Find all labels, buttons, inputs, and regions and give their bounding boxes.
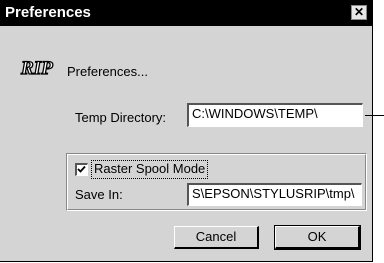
ok-button[interactable]: OK [274, 225, 361, 250]
logo-text: RIP [20, 58, 53, 79]
header-label: Preferences... [67, 64, 148, 79]
rip-logo-icon: RIP [19, 56, 54, 80]
save-in-label: Save In: [75, 187, 123, 202]
checkmark-icon [77, 165, 86, 173]
close-icon[interactable]: ✕ [351, 5, 367, 20]
raster-spool-checkbox[interactable] [75, 163, 88, 176]
window-title: Preferences [5, 4, 91, 21]
save-in-input[interactable]: S\EPSON\STYLUSRIP\tmp\ [187, 183, 362, 206]
callout-line [365, 115, 384, 116]
temp-directory-label: Temp Directory: [75, 110, 167, 125]
preferences-dialog: Preferences ✕ RIP Preferences... Temp Di… [0, 0, 373, 262]
raster-spool-label[interactable]: Raster Spool Mode [90, 160, 209, 179]
temp-directory-input[interactable]: C:\WINDOWS\TEMP\ [187, 103, 363, 127]
title-bar[interactable]: Preferences ✕ [0, 0, 372, 26]
cancel-button[interactable]: Cancel [174, 226, 259, 249]
